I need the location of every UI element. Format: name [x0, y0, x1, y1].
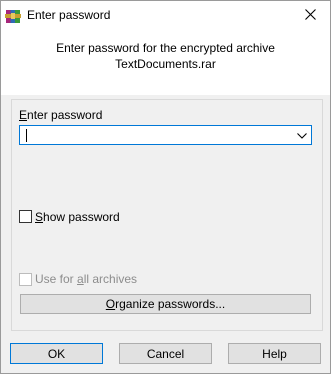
- password-input[interactable]: [19, 125, 312, 145]
- cancel-button[interactable]: Cancel: [119, 343, 212, 364]
- password-label-rest: nter password: [27, 108, 103, 122]
- help-button[interactable]: Help: [228, 343, 321, 364]
- use-for-all-archives-checkbox[interactable]: [19, 273, 32, 286]
- header-panel: Enter password for the encrypted archive…: [1, 30, 330, 95]
- show-password-rest: how password: [43, 210, 120, 224]
- chevron-down-icon[interactable]: [296, 130, 308, 140]
- window-title: Enter password: [27, 8, 111, 22]
- organize-accel: O: [105, 297, 116, 311]
- use-for-all-pre: Use for: [35, 272, 78, 286]
- password-label-accel: E: [19, 108, 28, 122]
- use-for-all-rest: ll archives: [83, 272, 138, 286]
- winrar-books-icon: [5, 8, 21, 24]
- use-for-all-accel: a: [77, 272, 84, 286]
- text-caret: [26, 129, 27, 142]
- password-dialog: Enter password Enter password for the en…: [0, 0, 331, 374]
- close-icon: [304, 8, 316, 23]
- archive-name: TextDocuments.rar: [115, 57, 216, 71]
- ok-button[interactable]: OK: [10, 343, 103, 364]
- title-bar[interactable]: Enter password: [1, 1, 330, 30]
- password-label: Enter password: [19, 108, 102, 122]
- close-button[interactable]: [290, 1, 330, 30]
- organize-passwords-button[interactable]: Organize passwords...: [20, 294, 311, 314]
- header-message: Enter password for the encrypted archive: [56, 41, 275, 55]
- show-password-checkbox[interactable]: [19, 210, 32, 223]
- show-password-label[interactable]: Show password: [35, 210, 120, 224]
- use-for-all-archives-label[interactable]: Use for all archives: [35, 272, 137, 286]
- organize-rest: rganize passwords...: [115, 297, 226, 311]
- show-password-accel: S: [35, 210, 44, 224]
